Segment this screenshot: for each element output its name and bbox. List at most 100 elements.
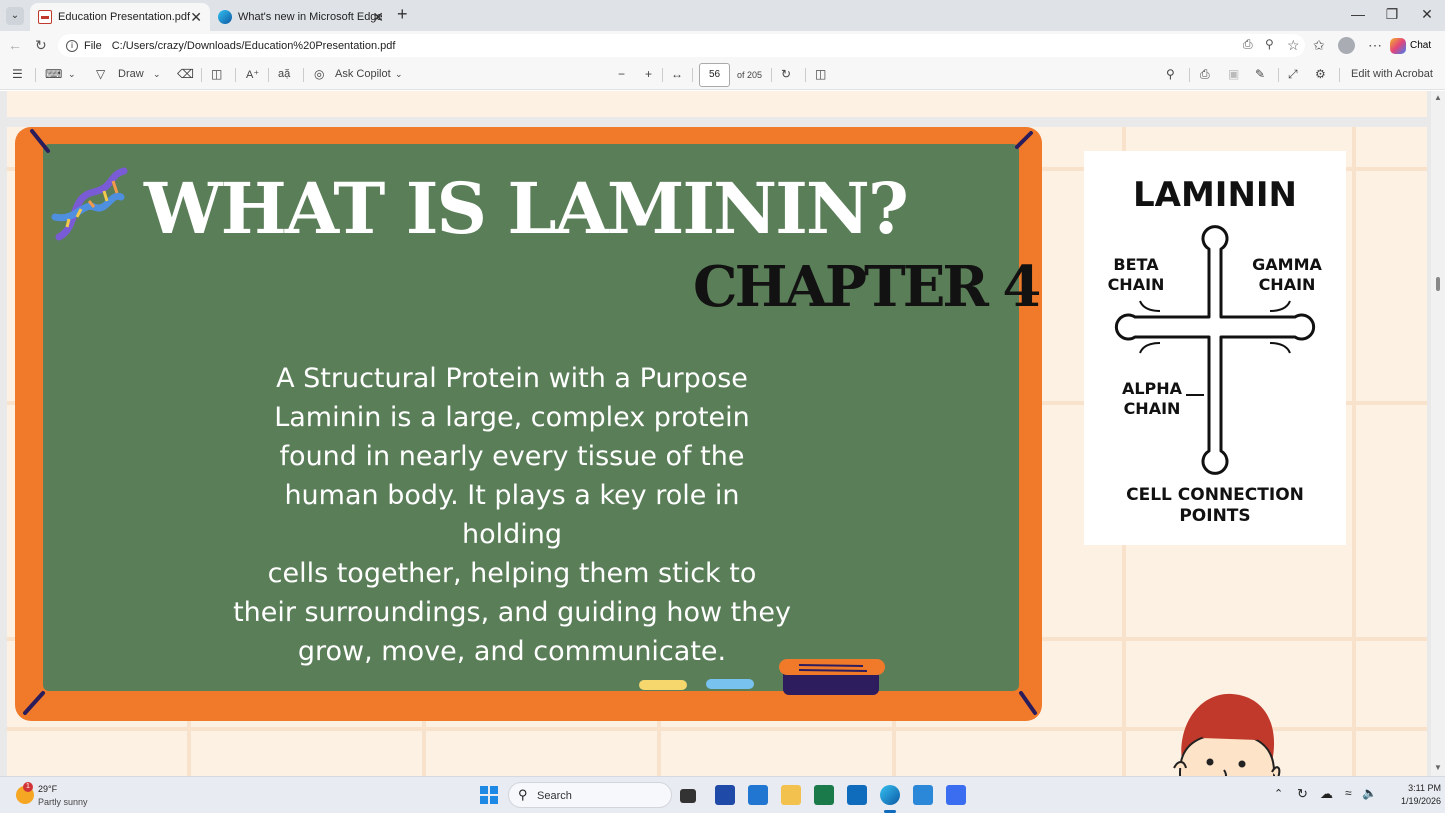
copilot-icon[interactable]: ◎: [314, 67, 324, 81]
save-icon[interactable]: ▣: [1228, 67, 1239, 81]
toolbar-divider: [1339, 68, 1340, 82]
tab-edge-whats-new[interactable]: What's new in Microsoft Edge ✕: [210, 3, 392, 31]
scrollbar-thumb[interactable]: [1436, 277, 1440, 291]
blue-chalk: [706, 679, 754, 689]
edge-app-icon[interactable]: [880, 785, 900, 805]
browser-titlebar: ⌄ Education Presentation.pdf ✕ What's ne…: [0, 0, 1445, 31]
fit-page-icon[interactable]: ↔: [671, 67, 683, 81]
body-line: human body. It plays a key role in holdi…: [284, 480, 740, 550]
tab-title: What's new in Microsoft Edge: [238, 11, 383, 23]
toolbar-divider: [303, 68, 304, 82]
wifi-icon[interactable]: ≈: [1345, 786, 1352, 800]
new-tab-button[interactable]: +: [397, 4, 408, 25]
clock-date[interactable]: 1/19/2026: [1389, 796, 1441, 806]
address-input[interactable]: i File C:/Users/crazy/Downloads/Educatio…: [58, 34, 1305, 57]
slide-title: WHAT IS LAMININ?: [144, 167, 909, 250]
dna-icon: [51, 167, 128, 241]
roblox-app-icon[interactable]: [946, 785, 966, 805]
search-icon: ⚲: [518, 787, 528, 802]
toolbar-divider: [692, 68, 693, 82]
close-tab-icon[interactable]: ✕: [372, 9, 384, 26]
toolbar-divider: [662, 68, 663, 82]
info-icon[interactable]: i: [66, 39, 78, 52]
url-text: C:/Users/crazy/Downloads/Education%20Pre…: [111, 39, 396, 52]
zoom-out-icon[interactable]: −: [618, 67, 625, 81]
fullscreen-icon[interactable]: ⤢: [1288, 67, 1298, 82]
yellow-chalk: [639, 680, 687, 690]
windows-taskbar: 1 29°F Partly sunny ⚲ Search ⌃ ↻ ☁ ≈ 🔈 3…: [0, 776, 1445, 813]
photos-app-icon[interactable]: [913, 785, 933, 805]
tab-education-pdf[interactable]: Education Presentation.pdf ✕: [30, 3, 210, 31]
edge-icon: [218, 10, 232, 24]
onedrive-cloud-icon[interactable]: ☁: [1320, 786, 1333, 802]
file-explorer-icon[interactable]: [781, 785, 801, 805]
chevron-down-icon[interactable]: ⌄: [395, 69, 403, 80]
scroll-up-icon[interactable]: ▲: [1434, 93, 1442, 102]
minimize-button[interactable]: —: [1343, 6, 1373, 22]
contents-icon[interactable]: ☰: [12, 67, 23, 81]
scroll-down-icon[interactable]: ▼: [1434, 763, 1442, 772]
translate-icon[interactable]: aặ: [278, 68, 290, 80]
settings-gear-icon[interactable]: ⚙: [1315, 67, 1326, 81]
draw-icon[interactable]: ▽: [96, 67, 105, 81]
weather-widget[interactable]: 1 29°F Partly sunny: [14, 782, 134, 810]
rotate-icon[interactable]: ↻: [781, 67, 791, 81]
pdf-page: WHAT IS LAMININ? CHAPTER 4 A Structural …: [7, 127, 1427, 776]
laminin-diagram: LAMININ BETA CHAIN GAMMA CHAIN ALPHA CHA…: [1084, 151, 1346, 545]
chevron-down-icon[interactable]: ⌄: [68, 69, 76, 80]
restore-button[interactable]: ❐: [1377, 6, 1407, 23]
back-icon[interactable]: ←: [8, 37, 22, 53]
volume-icon[interactable]: 🔈: [1362, 786, 1377, 800]
copilot-icon: [1390, 37, 1406, 54]
pdf-viewer[interactable]: WHAT IS LAMININ? CHAPTER 4 A Structural …: [0, 91, 1445, 776]
search-icon[interactable]: ⚲: [1166, 67, 1175, 81]
zoom-icon[interactable]: ⚲: [1265, 37, 1274, 51]
page-number-input[interactable]: 56: [699, 63, 730, 87]
vertical-scrollbar[interactable]: ▲ ▼: [1431, 91, 1445, 776]
refresh-icon[interactable]: ↻: [35, 37, 47, 54]
slide-body-text: A Structural Protein with a Purpose Lami…: [232, 359, 792, 671]
sync-icon[interactable]: ↻: [1297, 786, 1308, 802]
read-aloud-icon[interactable]: ⎙: [1243, 37, 1253, 52]
toolbar-divider: [201, 68, 202, 82]
zoom-in-icon[interactable]: +: [645, 67, 652, 81]
weather-alert-badge: 1: [23, 782, 33, 792]
previous-page-bottom: [7, 91, 1427, 117]
favorite-star-icon[interactable]: ☆: [1287, 37, 1300, 54]
tab-actions-button[interactable]: ⌄: [6, 7, 24, 25]
clock-time[interactable]: 3:11 PM: [1393, 783, 1441, 793]
copilot-chat-button[interactable]: Chat: [1390, 35, 1440, 56]
page-view-icon[interactable]: ◫: [815, 67, 826, 81]
show-hidden-icons-chevron-icon[interactable]: ⌃: [1274, 787, 1283, 800]
print-icon[interactable]: ⎙: [1200, 67, 1210, 82]
save-as-icon[interactable]: ✎: [1255, 67, 1265, 81]
start-windows-icon[interactable]: [480, 786, 498, 804]
ask-copilot-label[interactable]: Ask Copilot: [335, 68, 391, 80]
edit-with-acrobat-button[interactable]: Edit with Acrobat: [1351, 68, 1433, 80]
profile-avatar[interactable]: [1338, 37, 1355, 54]
outlook-app-icon[interactable]: [847, 785, 867, 805]
body-line: grow, move, and communicate.: [297, 636, 727, 667]
toolbar-divider: [805, 68, 806, 82]
pdf-icon: [38, 10, 52, 24]
highlight-icon[interactable]: ⌨: [45, 67, 62, 81]
favorites-icon[interactable]: ✩: [1313, 37, 1325, 54]
task-view-icon[interactable]: [680, 789, 696, 803]
toolbar-divider: [1278, 68, 1279, 82]
chevron-down-icon[interactable]: ⌄: [153, 69, 161, 80]
vscode-app-icon[interactable]: [748, 785, 768, 805]
store-app-icon[interactable]: [715, 785, 735, 805]
read-aloud-icon[interactable]: A⁺: [246, 68, 259, 81]
close-tab-icon[interactable]: ✕: [190, 9, 202, 26]
taskbar-search-box[interactable]: ⚲ Search: [508, 782, 672, 808]
spreadsheet-app-icon[interactable]: [814, 785, 834, 805]
eraser-icon[interactable]: ⌫: [177, 67, 194, 81]
body-line: cells together, helping them stick to: [267, 558, 757, 589]
tab-title: Education Presentation.pdf: [58, 11, 191, 23]
draw-label[interactable]: Draw: [118, 68, 144, 80]
text-box-icon[interactable]: ◫: [211, 67, 222, 81]
more-options-icon[interactable]: ⋯: [1368, 37, 1382, 54]
close-window-button[interactable]: ✕: [1412, 6, 1442, 23]
grid-line: [1352, 127, 1356, 776]
page-total: of 205: [737, 70, 763, 80]
